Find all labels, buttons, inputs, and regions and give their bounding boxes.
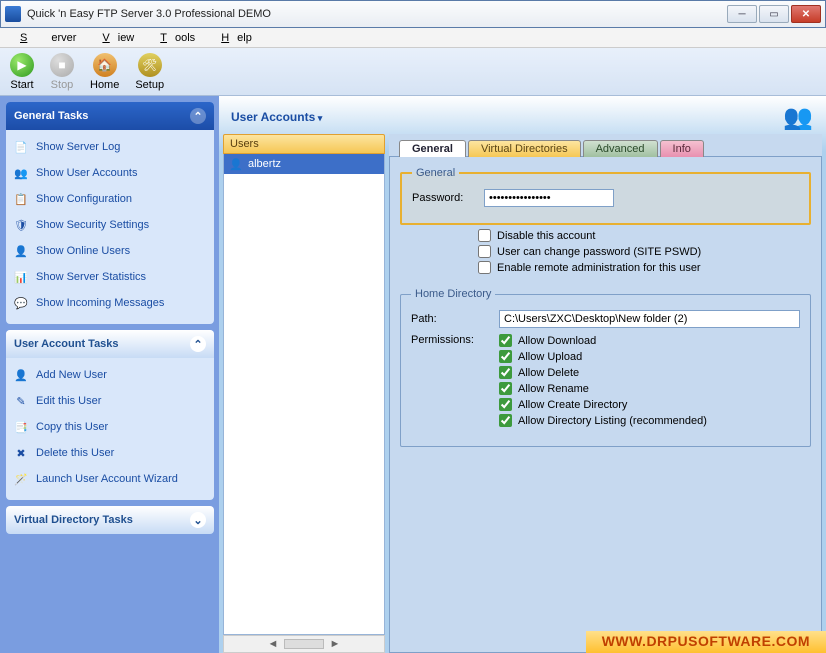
close-button[interactable]: ✕ [791, 5, 821, 23]
task-launch-wizard[interactable]: 🪄Launch User Account Wizard [12, 466, 208, 492]
home-directory-fieldset: Home Directory Path: Permissions: Allow … [400, 288, 811, 447]
config-icon: 📋 [12, 191, 30, 207]
home-legend: Home Directory [411, 288, 495, 300]
task-delete-user[interactable]: ✖Delete this User [12, 440, 208, 466]
task-show-security[interactable]: 🛡Show Security Settings [12, 212, 208, 238]
shield-icon: 🛡 [12, 217, 30, 233]
online-icon: 👤 [12, 243, 30, 259]
stop-button[interactable]: ■ Stop [46, 51, 78, 93]
menu-view[interactable]: View [86, 30, 142, 46]
user-row[interactable]: 👤 albertz [224, 154, 384, 174]
panel-head-general[interactable]: General Tasks ⌃ [6, 102, 214, 130]
task-show-messages[interactable]: 💬Show Incoming Messages [12, 290, 208, 316]
main: General Tasks ⌃ 📄Show Server Log 👥Show U… [0, 96, 826, 653]
tab-virtual-directories[interactable]: Virtual Directories [468, 140, 581, 157]
path-label: Path: [411, 313, 491, 325]
panel-user-account-tasks: User Account Tasks ⌃ 👤Add New User ✎Edit… [6, 330, 214, 500]
task-show-server-log[interactable]: 📄Show Server Log [12, 134, 208, 160]
stop-icon: ■ [50, 53, 74, 77]
toolbar: ▶ Start ■ Stop 🏠 Home 🛠 Setup [0, 48, 826, 96]
panel-head-user[interactable]: User Account Tasks ⌃ [6, 330, 214, 358]
content: User Accounts 👥 Users 👤 albertz ◄ ► [219, 96, 826, 653]
form-area: General Password: Disable this account U… [389, 156, 822, 653]
footer-watermark: WWW.DRPUSOFTWARE.COM [586, 631, 826, 653]
scroll-left-icon[interactable]: ◄ [266, 637, 280, 651]
copy-user-icon: 📑 [12, 419, 30, 435]
password-label: Password: [412, 192, 476, 204]
menu-server[interactable]: Server [4, 30, 84, 46]
wizard-icon: 🪄 [12, 471, 30, 487]
menu-help[interactable]: Help [205, 30, 260, 46]
password-input[interactable] [484, 189, 614, 207]
remote-admin-checkbox[interactable] [478, 261, 491, 274]
perm-delete-checkbox[interactable] [499, 366, 512, 379]
setup-button[interactable]: 🛠 Setup [131, 51, 168, 93]
scroll-right-icon[interactable]: ► [328, 637, 342, 651]
path-input[interactable] [499, 310, 800, 328]
user-change-password-checkbox[interactable] [478, 245, 491, 258]
play-icon: ▶ [10, 53, 34, 77]
task-edit-user[interactable]: ✎Edit this User [12, 388, 208, 414]
perm-listing-checkbox[interactable] [499, 414, 512, 427]
delete-user-icon: ✖ [12, 445, 30, 461]
add-user-icon: 👤 [12, 367, 30, 383]
home-button[interactable]: 🏠 Home [86, 51, 123, 93]
content-head: User Accounts 👥 [223, 100, 822, 134]
users-list[interactable]: 👤 albertz [223, 154, 385, 635]
task-copy-user[interactable]: 📑Copy this User [12, 414, 208, 440]
chevron-down-icon: ⌄ [190, 512, 206, 528]
app-icon [5, 6, 21, 22]
users-header: Users [223, 134, 385, 154]
task-show-configuration[interactable]: 📋Show Configuration [12, 186, 208, 212]
task-show-online-users[interactable]: 👤Show Online Users [12, 238, 208, 264]
panel-virtual-directory: Virtual Directory Tasks ⌄ [6, 506, 214, 534]
task-show-statistics[interactable]: 📊Show Server Statistics [12, 264, 208, 290]
perm-rename-checkbox[interactable] [499, 382, 512, 395]
menu-tools[interactable]: Tools [144, 30, 203, 46]
start-button[interactable]: ▶ Start [6, 51, 38, 93]
user-icon: 👤 [228, 156, 244, 172]
content-title[interactable]: User Accounts [231, 110, 322, 124]
edit-user-icon: ✎ [12, 393, 30, 409]
perm-upload-checkbox[interactable] [499, 350, 512, 363]
panel-general-tasks: General Tasks ⌃ 📄Show Server Log 👥Show U… [6, 102, 214, 324]
setup-icon: 🛠 [138, 53, 162, 77]
tab-advanced[interactable]: Advanced [583, 140, 658, 157]
perm-create-dir-checkbox[interactable] [499, 398, 512, 411]
general-fieldset: General Password: [400, 167, 811, 225]
users-column: Users 👤 albertz ◄ ► [223, 134, 385, 653]
window-title: Quick 'n Easy FTP Server 3.0 Professiona… [27, 8, 727, 20]
permissions-label: Permissions: [411, 334, 491, 346]
chevron-up-icon: ⌃ [190, 336, 206, 352]
task-add-user[interactable]: 👤Add New User [12, 362, 208, 388]
chevron-up-icon: ⌃ [190, 108, 206, 124]
message-icon: 💬 [12, 295, 30, 311]
users-icon: 👥 [12, 165, 30, 181]
form-column: General Virtual Directories Advanced Inf… [389, 134, 822, 653]
maximize-button[interactable]: ▭ [759, 5, 789, 23]
minimize-button[interactable]: ─ [727, 5, 757, 23]
task-show-user-accounts[interactable]: 👥Show User Accounts [12, 160, 208, 186]
horizontal-scrollbar[interactable]: ◄ ► [223, 635, 385, 653]
log-icon: 📄 [12, 139, 30, 155]
perm-download-checkbox[interactable] [499, 334, 512, 347]
users-big-icon: 👥 [782, 101, 814, 133]
stats-icon: 📊 [12, 269, 30, 285]
panel-head-vdir[interactable]: Virtual Directory Tasks ⌄ [6, 506, 214, 534]
menubar: Server View Tools Help [0, 28, 826, 48]
titlebar: Quick 'n Easy FTP Server 3.0 Professiona… [0, 0, 826, 28]
tab-info[interactable]: Info [660, 140, 704, 157]
disable-account-checkbox[interactable] [478, 229, 491, 242]
home-icon: 🏠 [93, 53, 117, 77]
tabs: General Virtual Directories Advanced Inf… [389, 136, 822, 156]
tab-general[interactable]: General [399, 140, 466, 157]
sidebar: General Tasks ⌃ 📄Show Server Log 👥Show U… [0, 96, 219, 653]
general-legend: General [412, 167, 459, 179]
